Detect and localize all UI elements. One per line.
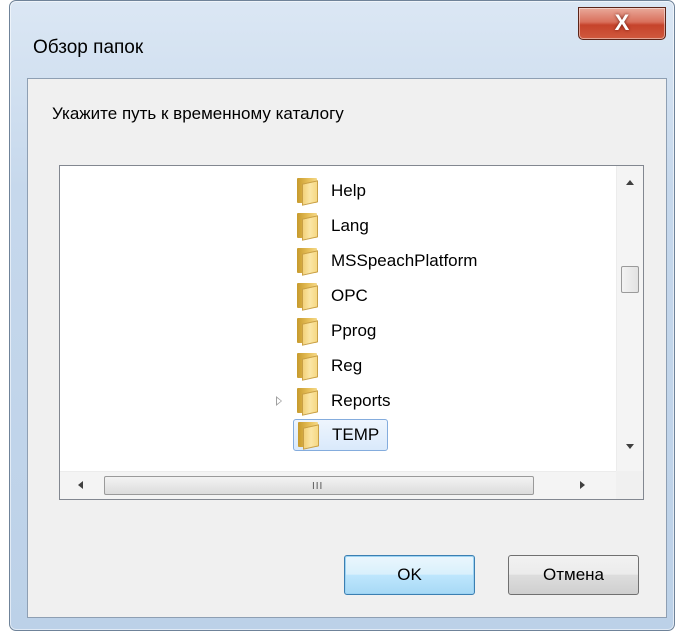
tree-item-temp[interactable]: TEMP bbox=[293, 419, 389, 451]
tree-item-lang[interactable]: Lang bbox=[297, 211, 373, 241]
horizontal-scroll-thumb[interactable]: III bbox=[104, 476, 534, 495]
folder-tree[interactable]: Help Lang MSSpeachPlatform OPC Pprog Reg bbox=[59, 165, 644, 500]
tree-item-reg[interactable]: Reg bbox=[297, 351, 366, 381]
horizontal-scrollbar[interactable]: III bbox=[60, 471, 617, 499]
tree-item-label: OPC bbox=[331, 286, 368, 305]
close-icon: X bbox=[614, 10, 630, 35]
folder-icon bbox=[297, 248, 319, 276]
dialog-window: Обзор папок X Укажите путь к временному … bbox=[9, 0, 675, 631]
scroll-up-icon[interactable] bbox=[626, 180, 634, 185]
prompt-text: Укажите путь к временному каталогу bbox=[52, 104, 344, 123]
tree-item-label: Reports bbox=[331, 391, 391, 410]
folder-icon bbox=[297, 178, 319, 206]
tree-item-pprog[interactable]: Pprog bbox=[297, 316, 380, 346]
tree-item-label: MSSpeachPlatform bbox=[331, 251, 478, 270]
tree-item-label: Reg bbox=[331, 356, 363, 375]
tree-item-label: Pprog bbox=[331, 321, 377, 340]
folder-icon bbox=[297, 283, 319, 311]
tree-item-label: Help bbox=[331, 181, 366, 200]
folder-icon bbox=[297, 388, 319, 416]
scroll-left-icon[interactable] bbox=[78, 481, 83, 489]
close-button[interactable]: X bbox=[578, 7, 666, 40]
ok-button[interactable]: OK bbox=[344, 555, 475, 595]
folder-icon bbox=[297, 353, 319, 381]
tree-item-help[interactable]: Help bbox=[297, 176, 370, 206]
folder-icon bbox=[297, 213, 319, 241]
window-title: Обзор папок bbox=[33, 37, 144, 58]
vertical-scrollbar[interactable] bbox=[616, 166, 643, 471]
tree-item-msspeachplatform[interactable]: MSSpeachPlatform bbox=[297, 246, 481, 276]
vertical-scroll-thumb[interactable] bbox=[621, 266, 639, 293]
scroll-down-icon[interactable] bbox=[626, 444, 634, 449]
folder-icon bbox=[297, 318, 319, 346]
scroll-right-icon[interactable] bbox=[580, 481, 585, 489]
scroll-grip-icon: III bbox=[312, 481, 324, 492]
tree-item-label: Lang bbox=[331, 216, 369, 235]
scrollbar-corner bbox=[616, 471, 643, 499]
dialog-client-area: Укажите путь к временному каталогу Help … bbox=[27, 78, 667, 618]
expand-arrow-icon[interactable] bbox=[276, 396, 282, 406]
folder-icon bbox=[298, 422, 320, 450]
cancel-button[interactable]: Отмена bbox=[508, 555, 639, 595]
tree-item-opc[interactable]: OPC bbox=[297, 281, 372, 311]
tree-item-label: TEMP bbox=[332, 425, 380, 444]
tree-item-reports[interactable]: Reports bbox=[297, 386, 395, 416]
